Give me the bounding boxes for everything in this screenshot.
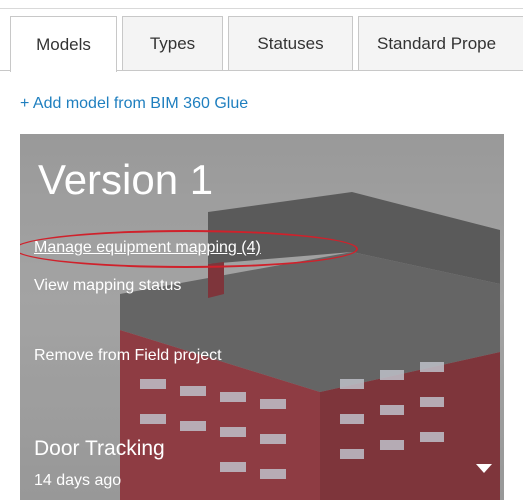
add-model-link[interactable]: + Add model from BIM 360 Glue (20, 95, 248, 113)
tab-models[interactable]: Models (10, 16, 117, 72)
top-divider (0, 8, 523, 9)
tab-models-label: Models (36, 34, 91, 54)
tab-standard-properties[interactable]: Standard Prope (358, 16, 523, 70)
model-card[interactable]: Version 1 Manage equipment mapping (4) V… (20, 134, 504, 500)
chevron-down-icon[interactable] (472, 460, 496, 476)
model-name: Door Tracking (34, 437, 165, 460)
view-mapping-status-link[interactable]: View mapping status (34, 277, 181, 295)
tab-statuses-label: Statuses (257, 33, 324, 53)
tab-types-label: Types (149, 33, 196, 53)
version-title: Version 1 (38, 156, 214, 203)
models-page: Models Types Statuses Standard Prope + A… (0, 0, 523, 500)
tab-types[interactable]: Types (122, 16, 223, 70)
manage-equipment-mapping-link[interactable]: Manage equipment mapping (4) (34, 239, 261, 257)
remove-from-field-project-link[interactable]: Remove from Field project (34, 347, 222, 365)
model-date: 14 days ago (34, 472, 122, 489)
tab-standard-properties-label: Standard Prope (377, 33, 497, 53)
tab-statuses[interactable]: Statuses (228, 16, 353, 70)
